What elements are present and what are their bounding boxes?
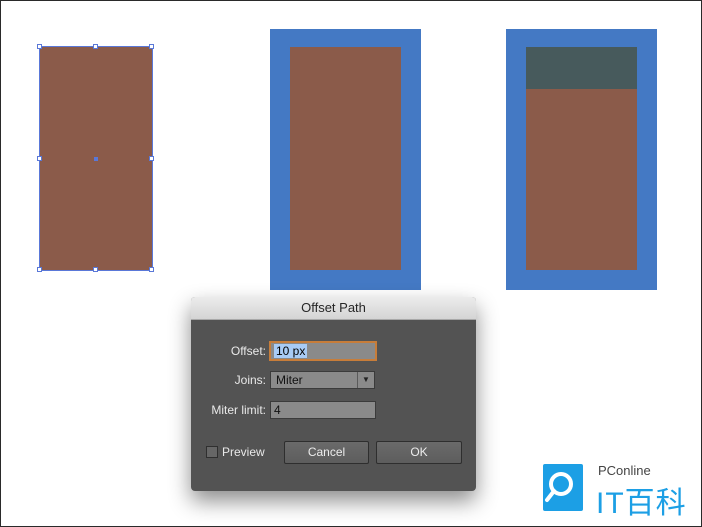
cancel-button[interactable]: Cancel	[284, 441, 369, 464]
ok-button[interactable]: OK	[376, 441, 462, 464]
logo-big-text: IT百科	[596, 487, 687, 520]
resize-handle-bottom-left[interactable]	[37, 267, 42, 272]
offset-input[interactable]: 10 px	[270, 342, 376, 360]
joins-dropdown[interactable]: Miter ▼	[270, 371, 375, 389]
selected-rectangle[interactable]	[37, 44, 154, 272]
resize-handle-left[interactable]	[37, 156, 42, 161]
resize-handle-bottom[interactable]	[93, 267, 98, 272]
joins-label: Joins:	[234, 373, 266, 387]
offset-label: Offset:	[230, 344, 266, 358]
dialog-title: Offset Path	[191, 297, 476, 320]
resize-handle-top-left[interactable]	[37, 44, 42, 49]
miter-limit-value: 4	[274, 403, 281, 417]
resize-handle-top[interactable]	[93, 44, 98, 49]
miter-limit-label: Miter limit:	[211, 403, 266, 417]
offset-value: 10 px	[274, 344, 308, 358]
miter-limit-input[interactable]: 4	[270, 401, 376, 419]
resize-handle-top-right[interactable]	[149, 44, 154, 49]
offset-path-dialog: Offset Path Offset: 10 px Joins: Miter ▼…	[191, 297, 476, 491]
resize-handle-right[interactable]	[149, 156, 154, 161]
preview-checkbox[interactable]	[206, 446, 218, 458]
preview-label[interactable]: Preview	[222, 445, 265, 459]
resize-handle-bottom-right[interactable]	[149, 267, 154, 272]
top-band-rectangle[interactable]	[526, 47, 637, 89]
chevron-down-icon: ▼	[357, 372, 374, 388]
original-rectangle[interactable]	[290, 47, 401, 270]
joins-value: Miter	[276, 373, 303, 387]
center-point	[94, 157, 98, 161]
logo-small-text: PConline	[598, 463, 651, 478]
pconline-logo-icon	[543, 464, 583, 511]
